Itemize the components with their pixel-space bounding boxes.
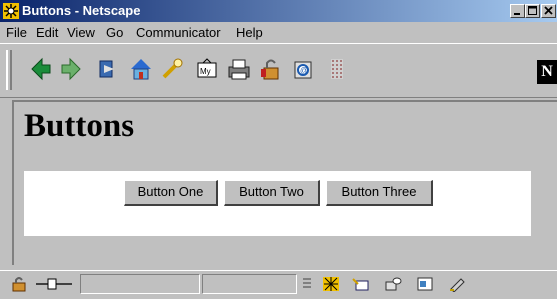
status-message <box>202 274 297 294</box>
lock-icon[interactable] <box>10 276 28 292</box>
button-two[interactable]: Button Two <box>224 180 320 206</box>
stop-icon[interactable] <box>324 55 350 83</box>
my-netscape-icon[interactable]: My <box>194 55 220 83</box>
shop-icon[interactable]: @ <box>290 55 316 83</box>
menu-communicator[interactable]: Communicator <box>136 25 221 40</box>
close-button[interactable] <box>541 4 556 18</box>
navigator-icon[interactable] <box>322 276 340 292</box>
print-icon[interactable] <box>226 55 252 83</box>
address-book-icon[interactable] <box>448 276 466 292</box>
close-icon <box>544 6 553 15</box>
security-icon[interactable] <box>258 55 284 83</box>
menu-file[interactable]: File <box>6 25 27 40</box>
search-icon[interactable] <box>160 55 186 83</box>
window-title: Buttons - Netscape <box>22 3 141 18</box>
maximize-button[interactable] <box>525 4 540 18</box>
mail-icon[interactable] <box>352 276 370 292</box>
page-heading: Buttons <box>24 108 135 144</box>
menu-help[interactable]: Help <box>236 25 263 40</box>
svg-text:My: My <box>200 67 211 76</box>
menu-go[interactable]: Go <box>106 25 123 40</box>
button-three[interactable]: Button Three <box>326 180 433 206</box>
svg-text:@: @ <box>300 66 308 75</box>
menu-view[interactable]: View <box>67 25 95 40</box>
back-icon[interactable] <box>28 55 54 83</box>
connection-icon <box>36 278 72 290</box>
reload-icon[interactable] <box>94 55 120 83</box>
discussion-icon[interactable] <box>384 276 402 292</box>
netscape-icon <box>3 3 19 19</box>
forward-icon[interactable] <box>58 55 84 83</box>
composer-icon[interactable] <box>416 276 434 292</box>
netscape-logo[interactable]: N <box>537 60 557 84</box>
menu-edit[interactable]: Edit <box>36 25 58 40</box>
toolbar-grip[interactable] <box>6 50 12 90</box>
components-grip-icon[interactable] <box>300 276 314 292</box>
maximize-icon <box>528 6 537 15</box>
home-icon[interactable] <box>128 55 154 83</box>
status-progress <box>80 274 200 294</box>
minimize-icon <box>514 13 520 15</box>
minimize-button[interactable] <box>510 4 525 18</box>
button-one[interactable]: Button One <box>124 180 218 206</box>
